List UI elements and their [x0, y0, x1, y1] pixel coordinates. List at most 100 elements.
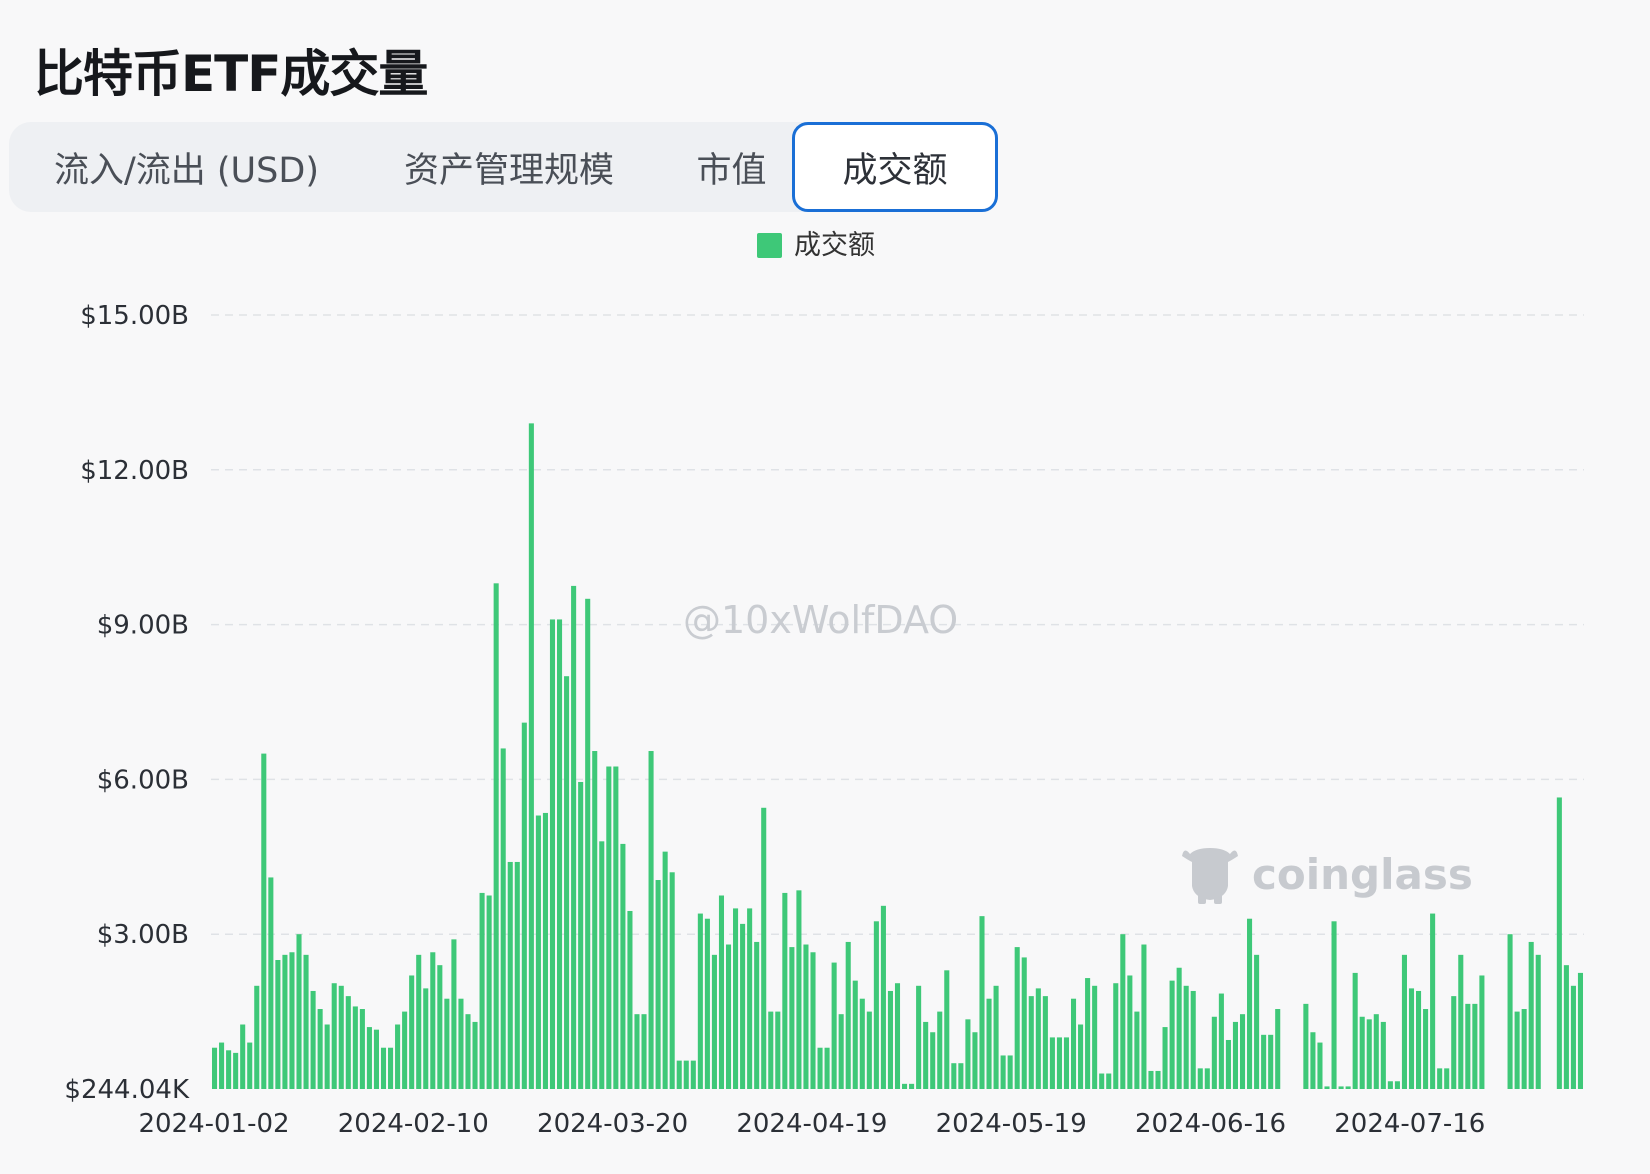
volume-bar[interactable]	[838, 1014, 844, 1089]
volume-bar[interactable]	[317, 1009, 323, 1089]
volume-bar[interactable]	[1141, 944, 1147, 1089]
volume-bar[interactable]	[1211, 1016, 1217, 1089]
volume-bar[interactable]	[1451, 996, 1457, 1089]
volume-bar[interactable]	[578, 781, 584, 1089]
volume-bar[interactable]	[979, 916, 985, 1089]
volume-bar[interactable]	[557, 619, 563, 1089]
volume-bar[interactable]	[894, 983, 901, 1089]
volume-bar[interactable]	[1113, 983, 1119, 1089]
volume-bar[interactable]	[423, 988, 429, 1089]
volume-bar[interactable]	[1092, 985, 1098, 1089]
volume-bar[interactable]	[606, 766, 612, 1090]
volume-bar[interactable]	[1063, 1037, 1070, 1089]
volume-bar[interactable]	[683, 1060, 689, 1089]
volume-bar[interactable]	[458, 998, 464, 1089]
volume-bar[interactable]	[1127, 975, 1133, 1089]
volume-bar[interactable]	[1507, 934, 1513, 1089]
volume-bar[interactable]	[951, 1063, 957, 1089]
volume-bar[interactable]	[1085, 978, 1091, 1089]
volume-bar[interactable]	[1401, 954, 1407, 1089]
volume-bar[interactable]	[592, 751, 598, 1089]
volume-bar[interactable]	[366, 1027, 372, 1089]
volume-bar[interactable]	[620, 843, 626, 1089]
volume-bar[interactable]	[1408, 988, 1415, 1089]
volume-bar[interactable]	[409, 975, 415, 1089]
volume-bar[interactable]	[1155, 1070, 1161, 1089]
volume-bar[interactable]	[373, 1029, 379, 1089]
volume-bar[interactable]	[1204, 1068, 1210, 1089]
volume-bar[interactable]	[599, 841, 605, 1089]
volume-bar[interactable]	[711, 954, 717, 1089]
volume-bar[interactable]	[1261, 1034, 1267, 1089]
volume-bar[interactable]	[1373, 1014, 1379, 1089]
volume-bar[interactable]	[648, 751, 654, 1089]
volume-bar[interactable]	[1359, 1016, 1365, 1089]
volume-bar[interactable]	[1366, 1019, 1372, 1089]
volume-bar[interactable]	[1176, 967, 1182, 1089]
volume-bar[interactable]	[345, 996, 351, 1089]
volume-bar[interactable]	[655, 880, 661, 1089]
volume-bar[interactable]	[1303, 1003, 1309, 1089]
volume-bar[interactable]	[521, 722, 527, 1089]
volume-bar[interactable]	[1268, 1034, 1274, 1089]
volume-bar[interactable]	[1521, 1009, 1527, 1089]
volume-bar[interactable]	[986, 998, 992, 1089]
volume-bar[interactable]	[796, 890, 802, 1089]
volume-bar[interactable]	[1218, 993, 1224, 1089]
volume-bar[interactable]	[233, 1052, 239, 1089]
volume-bar[interactable]	[465, 1014, 471, 1089]
volume-bar[interactable]	[500, 748, 506, 1089]
volume-bar[interactable]	[1134, 1011, 1140, 1089]
volume-bar[interactable]	[1099, 1073, 1105, 1089]
volume-bar[interactable]	[486, 895, 492, 1090]
volume-bar[interactable]	[1035, 988, 1041, 1089]
volume-bar[interactable]	[1183, 985, 1189, 1089]
volume-bar[interactable]	[571, 585, 577, 1089]
volume-bar[interactable]	[831, 962, 837, 1089]
volume-bar[interactable]	[676, 1060, 682, 1089]
volume-bar[interactable]	[359, 1009, 365, 1089]
volume-bar[interactable]	[1331, 921, 1337, 1089]
volume-bar[interactable]	[254, 985, 260, 1089]
volume-bar[interactable]	[873, 921, 879, 1089]
volume-bar[interactable]	[395, 1024, 401, 1090]
volume-bar[interactable]	[1317, 1042, 1323, 1089]
volume-bar[interactable]	[1437, 1068, 1443, 1089]
volume-bar[interactable]	[747, 908, 753, 1089]
volume-bar[interactable]	[493, 583, 499, 1089]
volume-bar[interactable]	[1254, 954, 1260, 1089]
volume-bar[interactable]	[1042, 996, 1048, 1089]
volume-bar[interactable]	[1120, 934, 1126, 1089]
volume-bar[interactable]	[1387, 1081, 1393, 1089]
volume-bar[interactable]	[444, 998, 450, 1089]
volume-bar[interactable]	[718, 895, 725, 1090]
volume-bar[interactable]	[549, 619, 556, 1089]
volume-bar[interactable]	[810, 952, 816, 1089]
volume-bar[interactable]	[535, 815, 541, 1089]
volume-bar[interactable]	[472, 1021, 478, 1089]
volume-bar[interactable]	[1563, 965, 1569, 1089]
volume-bar[interactable]	[1169, 980, 1175, 1089]
volume-bar[interactable]	[211, 1047, 218, 1089]
volume-bar[interactable]	[338, 985, 344, 1089]
volume-bar[interactable]	[662, 851, 668, 1089]
volume-bar[interactable]	[1479, 975, 1485, 1089]
volume-bar[interactable]	[817, 1047, 823, 1089]
volume-bar[interactable]	[852, 980, 858, 1089]
volume-bar[interactable]	[1106, 1073, 1112, 1089]
volume-bar[interactable]	[690, 1060, 696, 1089]
volume-bar[interactable]	[1070, 998, 1077, 1089]
volume-bar[interactable]	[1162, 1027, 1168, 1089]
volume-bar[interactable]	[697, 913, 703, 1089]
volume-bar[interactable]	[634, 1014, 640, 1089]
volume-bar[interactable]	[803, 944, 809, 1089]
volume-bar[interactable]	[704, 918, 710, 1089]
volume-bar[interactable]	[1577, 972, 1584, 1089]
volume-bar[interactable]	[1430, 913, 1436, 1089]
volume-bar[interactable]	[859, 998, 865, 1089]
volume-bar[interactable]	[824, 1047, 830, 1089]
volume-bar[interactable]	[1028, 996, 1034, 1089]
volume-bar[interactable]	[416, 954, 422, 1089]
volume-bar[interactable]	[247, 1042, 253, 1089]
volume-bar[interactable]	[887, 990, 893, 1089]
